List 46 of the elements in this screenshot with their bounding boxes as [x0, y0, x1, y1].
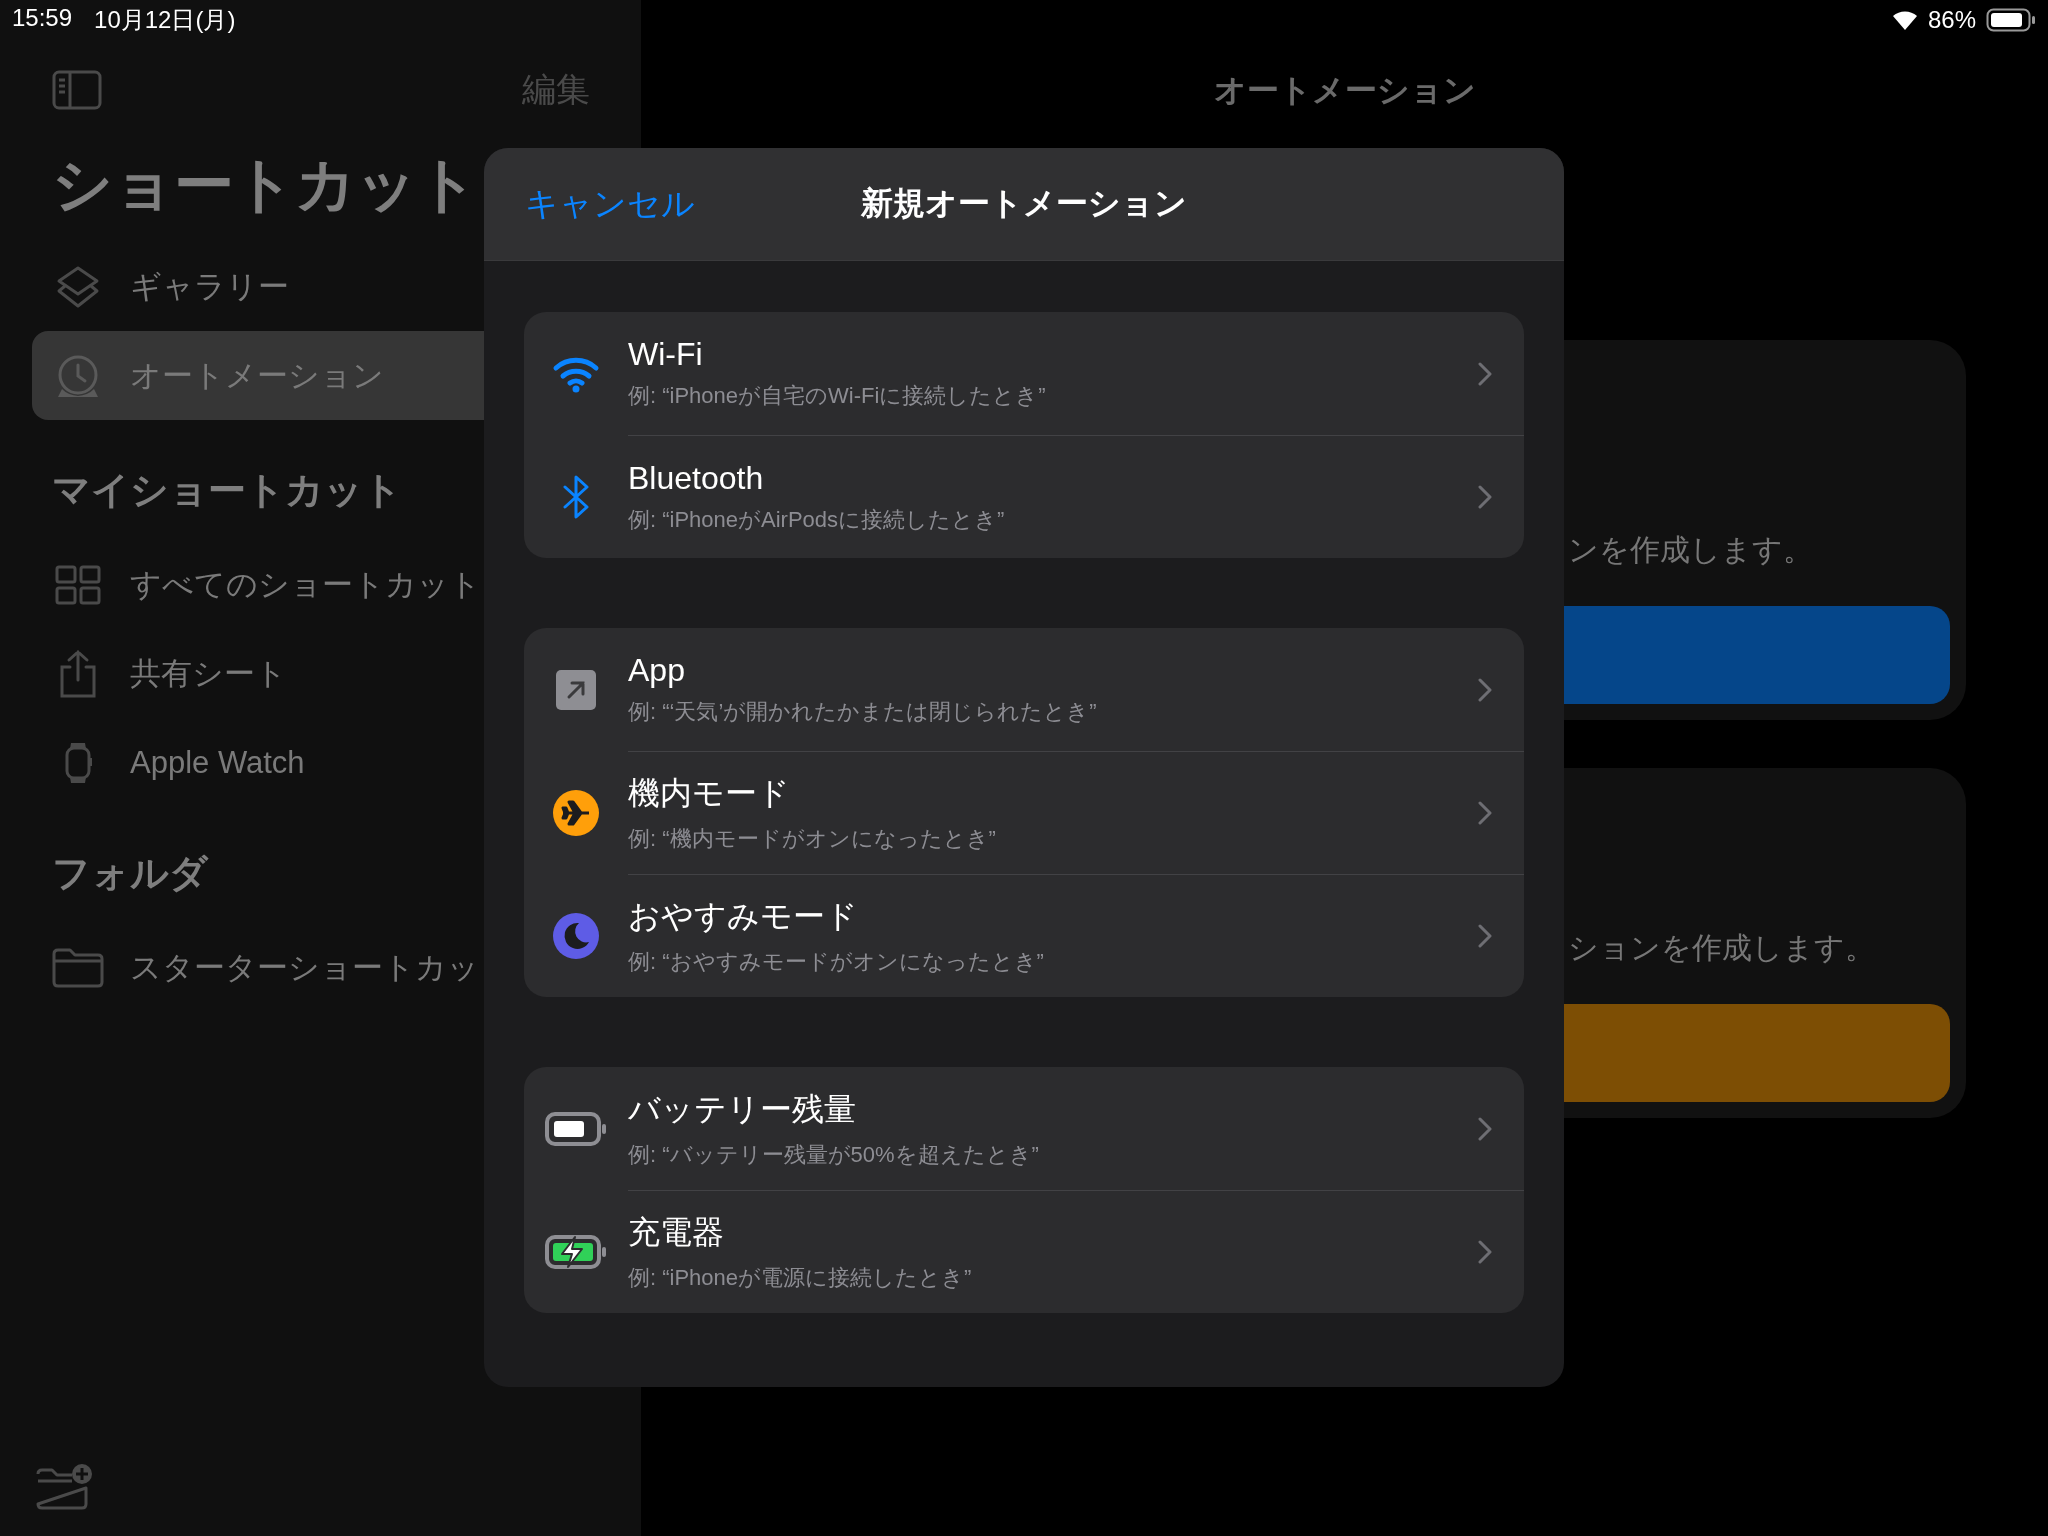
chevron-icon [1478, 1116, 1492, 1141]
battery-icon [545, 1111, 607, 1146]
grid-icon [55, 564, 101, 605]
sidebar-title: ショートカット [52, 150, 478, 220]
chevron-icon [1478, 924, 1492, 948]
chevron-icon [1478, 801, 1492, 825]
battery-percent: 86% [1927, 6, 1976, 34]
trigger-example: 例: “おやすみモードがオンになったとき” [628, 948, 1045, 976]
trigger-example: 例: “‘天気’が開かれたかまたは閉じられたとき” [628, 698, 1098, 726]
chevron-icon [1478, 677, 1492, 702]
trigger-row[interactable]: バッテリー残量 例: “バッテリー残量が50%を超えたとき” [524, 1067, 1524, 1190]
moon-icon [553, 912, 599, 959]
cancel-button[interactable]: キャンセル [525, 181, 695, 227]
charging-battery-icon [545, 1234, 607, 1269]
chevron-icon [1478, 485, 1492, 509]
trigger-example: 例: “iPhoneが電源に接続したとき” [628, 1264, 973, 1292]
trigger-example: 例: “iPhoneがAirPodsに接続したとき” [628, 505, 1006, 534]
chevron-icon [1478, 361, 1492, 386]
card-description: ションを作成します。 [1568, 930, 1875, 966]
sheet-title: 新規オートメーション [861, 184, 1187, 223]
trigger-row[interactable]: 充電器 例: “iPhoneが電源に接続したとき” [524, 1190, 1524, 1313]
trigger-row[interactable]: App 例: “‘天気’が開かれたかまたは閉じられたとき” [524, 628, 1524, 751]
folder-icon [52, 947, 104, 988]
page-title: オートメーション [1212, 71, 1477, 110]
arrow-square-icon [556, 669, 596, 710]
trigger-title: 機内モード [628, 774, 791, 813]
section-header: フォルダ [52, 851, 208, 896]
trigger-title: 充電器 [628, 1213, 725, 1252]
trigger-example: 例: “バッテリー残量が50%を超えたとき” [628, 1140, 1040, 1169]
trigger-title: おやすみモード [628, 897, 859, 936]
trigger-title: Wi-Fi [628, 336, 704, 373]
airplane-icon [553, 789, 599, 836]
trigger-row[interactable]: 機内モード 例: “機内モードがオンになったとき” [524, 751, 1524, 874]
trigger-row[interactable]: おやすみモード 例: “おやすみモードがオンになったとき” [524, 874, 1524, 997]
trigger-title: App [628, 652, 686, 689]
sidebar-toggle-icon [52, 70, 102, 110]
trigger-title: Bluetooth [628, 459, 765, 497]
battery-icon [1986, 8, 2036, 32]
card-description: ンを作成します。 [1568, 532, 1813, 568]
section-header: マイショートカット [52, 468, 402, 513]
trigger-title: バッテリー残量 [628, 1089, 857, 1129]
status-time: 15:59 [12, 4, 73, 33]
wifi-signal-icon [1891, 10, 1918, 30]
trigger-example: 例: “機内モードがオンになったとき” [628, 825, 997, 853]
status-date: 10月12日(月) [94, 5, 236, 35]
chevron-icon [1478, 1240, 1492, 1264]
